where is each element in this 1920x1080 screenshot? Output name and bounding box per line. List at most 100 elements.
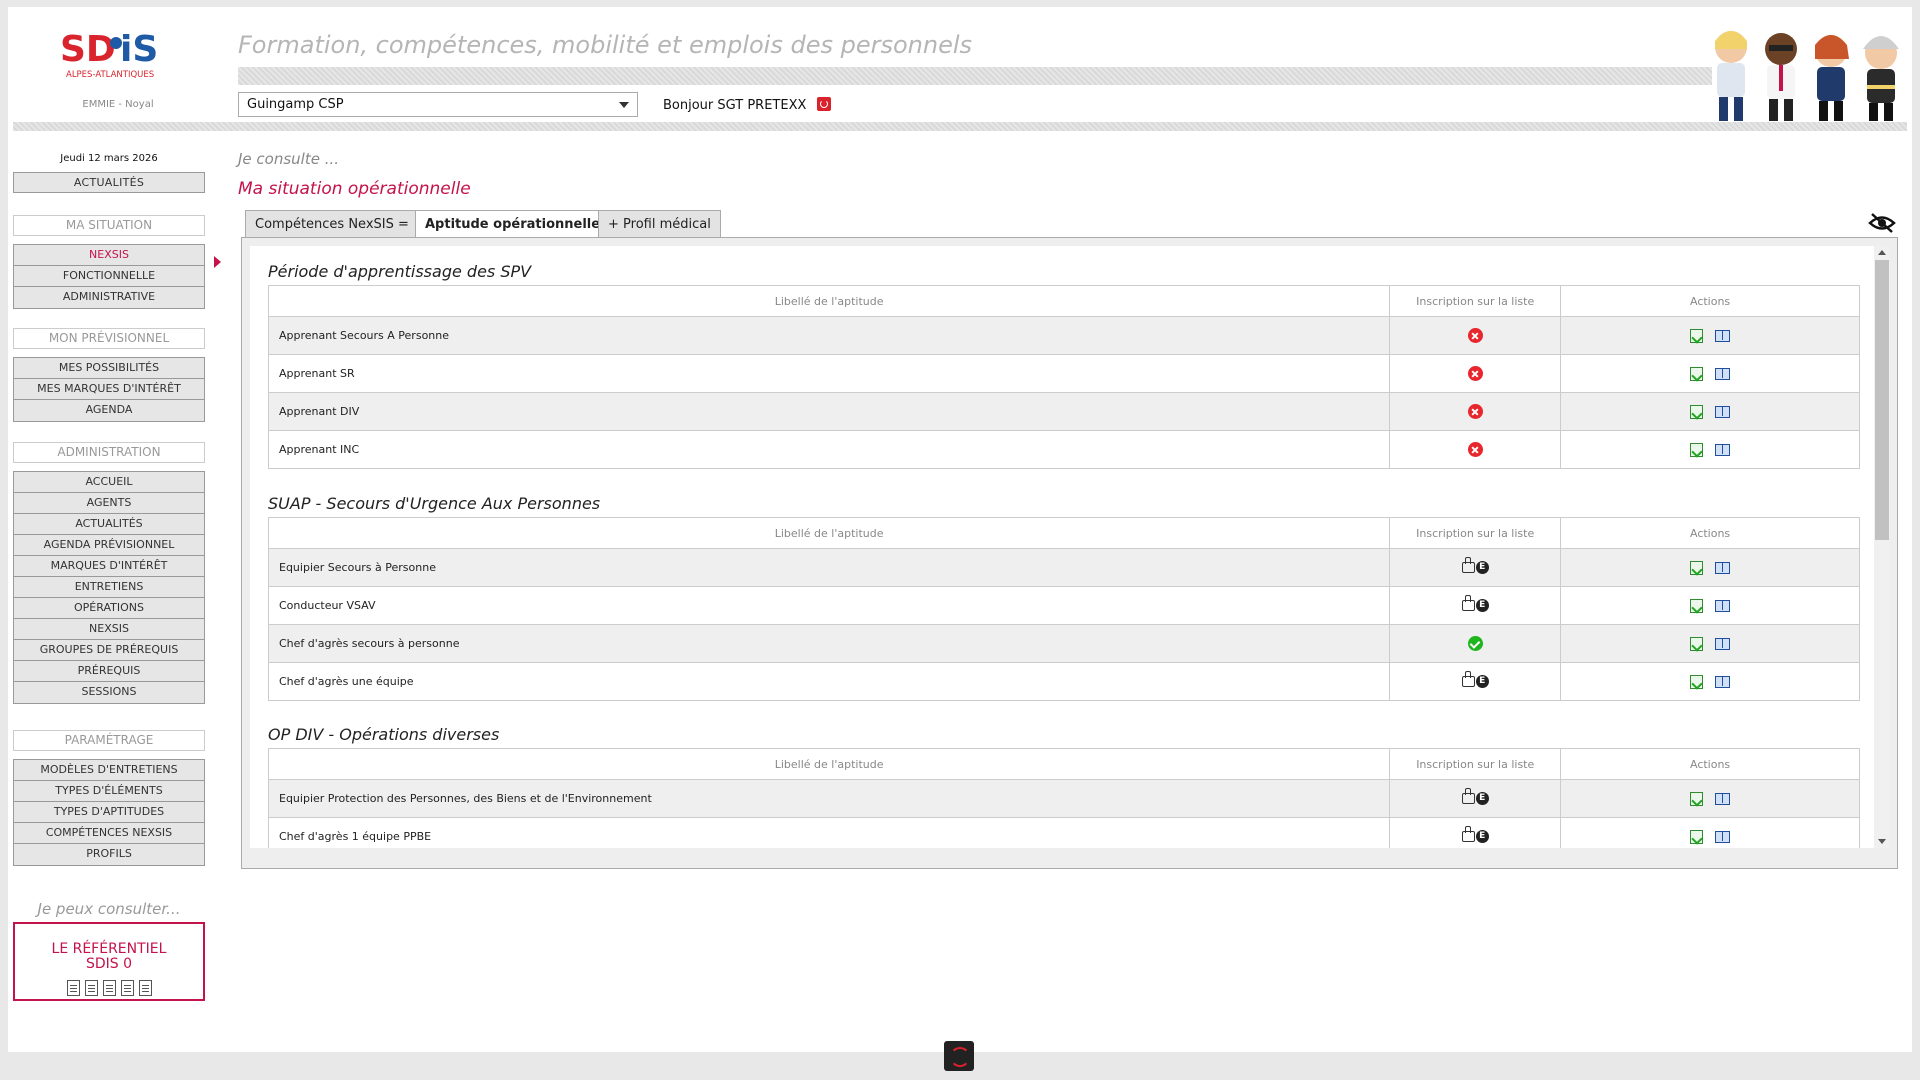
- page-title: Ma situation opérationnelle: [238, 179, 471, 199]
- edit-icon[interactable]: [1690, 442, 1704, 457]
- sidebar-actualites-button[interactable]: ACTUALITÉS: [13, 172, 205, 193]
- edit-icon[interactable]: [1690, 598, 1704, 613]
- table-row: Chef d'agrès une équipe E: [267, 662, 1860, 701]
- table-row: Conducteur VSAV E: [267, 586, 1860, 625]
- book-icon[interactable]: [1715, 561, 1731, 574]
- section-ma-situation: MA SITUATION: [13, 215, 205, 236]
- scroll-up-icon[interactable]: [1878, 250, 1886, 255]
- logo-subtitle: ALPES-ATLANTIQUES: [66, 70, 154, 80]
- aptitude-label: Chef d'agrès une équipe: [267, 662, 1391, 701]
- sdis-logo: SD iS ALPES-ATLANTIQUES: [60, 29, 158, 80]
- table-row: Equipier Protection des Personnes, des B…: [267, 779, 1860, 818]
- section-mon-previsionnel: MON PRÉVISIONNEL: [13, 328, 205, 349]
- sidebar-item-groupes-prerequis[interactable]: GROUPES DE PRÉREQUIS: [14, 640, 204, 661]
- book-icon[interactable]: [1715, 830, 1731, 843]
- edit-icon[interactable]: [1690, 560, 1704, 575]
- book-icon[interactable]: [1715, 367, 1731, 380]
- referentiel-box[interactable]: LE RÉFÉRENTIEL SDIS 0: [13, 922, 205, 1001]
- sidebar-item-mes-possibilites[interactable]: MES POSSIBILITÉS: [14, 358, 204, 379]
- sidebar-item-agents[interactable]: AGENTS: [14, 493, 204, 514]
- eye-slash-icon[interactable]: [1868, 212, 1896, 234]
- section-administration: ADMINISTRATION: [13, 442, 205, 463]
- aptitude-label: Chef d'agrès secours à personne: [267, 624, 1391, 663]
- sidebar-item-nexsis[interactable]: NEXSIS: [14, 245, 204, 266]
- col-inscription: Inscription sur la liste: [1389, 748, 1562, 780]
- book-icon[interactable]: [1715, 405, 1731, 418]
- aptitude-label: Conducteur VSAV: [267, 586, 1391, 625]
- sidebar-item-types-aptitudes[interactable]: TYPES D'APTITUDES: [14, 802, 204, 823]
- scroll-down-icon[interactable]: [1878, 839, 1886, 844]
- tab-aptitude-operationnelle[interactable]: Aptitude opérationnelle: [415, 210, 611, 239]
- book-icon[interactable]: [1715, 329, 1731, 342]
- document-icon[interactable]: [84, 980, 98, 996]
- edit-icon[interactable]: [1690, 674, 1704, 689]
- section-title-opdiv: OP DIV - Opérations diverses: [268, 725, 500, 744]
- sidebar-item-fonctionnelle[interactable]: FONCTIONNELLE: [14, 266, 204, 287]
- edit-icon[interactable]: [1690, 328, 1704, 343]
- document-icon[interactable]: [138, 980, 152, 996]
- col-actions: Actions: [1560, 748, 1860, 780]
- table-row: Chef d'agrès 1 équipe PPBE E: [267, 817, 1860, 848]
- sidebar-item-operations[interactable]: OPÉRATIONS: [14, 598, 204, 619]
- document-icon[interactable]: [102, 980, 116, 996]
- book-icon[interactable]: [1715, 637, 1731, 650]
- thumb-e-icon: E: [1461, 595, 1489, 613]
- power-icon[interactable]: [817, 97, 831, 111]
- consult-label: Je peux consulter...: [37, 900, 181, 918]
- book-icon[interactable]: [1715, 599, 1731, 612]
- aptitude-table-apprentissage: Libellé de l'aptitude Inscription sur la…: [267, 285, 1860, 469]
- aptitude-label: Chef d'agrès 1 équipe PPBE: [267, 817, 1391, 848]
- table-header-row: Libellé de l'aptitude Inscription sur la…: [267, 517, 1860, 549]
- sidebar-item-accueil[interactable]: ACCUEIL: [14, 472, 204, 493]
- sidebar-item-agenda-previsionnel[interactable]: AGENDA PRÉVISIONNEL: [14, 535, 204, 556]
- mascots-illustration: [1715, 31, 1899, 121]
- edit-icon[interactable]: [1690, 791, 1704, 806]
- thumb-e-icon: E: [1461, 826, 1489, 844]
- footer-logo-icon[interactable]: [944, 1041, 974, 1071]
- aptitude-scroll-area[interactable]: Période d'apprentissage des SPV Libellé …: [250, 246, 1890, 848]
- book-icon[interactable]: [1715, 443, 1731, 456]
- document-icon[interactable]: [120, 980, 134, 996]
- thumb-e-icon: E: [1461, 557, 1489, 575]
- table-header-row: Libellé de l'aptitude Inscription sur la…: [267, 285, 1860, 317]
- chevron-down-icon: [619, 102, 629, 108]
- mon-previsionnel-menu: MES POSSIBILITÉS MES MARQUES D'INTÉRÊT A…: [13, 357, 205, 422]
- sidebar-item-nexsis-admin[interactable]: NEXSIS: [14, 619, 204, 640]
- book-icon[interactable]: [1715, 675, 1731, 688]
- sidebar-item-sessions[interactable]: SESSIONS: [14, 682, 204, 703]
- sidebar-item-agenda[interactable]: AGENDA: [14, 400, 204, 421]
- col-inscription: Inscription sur la liste: [1389, 517, 1562, 549]
- sidebar-item-marques-interet[interactable]: MARQUES D'INTÉRÊT: [14, 556, 204, 577]
- sidebar-item-mes-marques[interactable]: MES MARQUES D'INTÉRÊT: [14, 379, 204, 400]
- edit-icon[interactable]: [1690, 404, 1704, 419]
- table-row: Apprenant Secours A Personne: [267, 316, 1860, 355]
- center-select[interactable]: Guingamp CSP: [238, 92, 638, 117]
- sidebar-item-entretiens[interactable]: ENTRETIENS: [14, 577, 204, 598]
- sidebar-item-prerequis[interactable]: PRÉREQUIS: [14, 661, 204, 682]
- header-band: [13, 122, 1907, 131]
- tab-competences-nexsis[interactable]: Compétences NexSIS =: [245, 210, 419, 238]
- edit-icon[interactable]: [1690, 829, 1704, 844]
- thumb-e-icon: E: [1461, 671, 1489, 689]
- edit-icon[interactable]: [1690, 636, 1704, 651]
- vertical-scrollbar[interactable]: [1874, 246, 1890, 848]
- sidebar-item-actualites[interactable]: ACTUALITÉS: [14, 514, 204, 535]
- aptitude-label: Apprenant DIV: [267, 392, 1391, 431]
- administration-menu: ACCUEIL AGENTS ACTUALITÉS AGENDA PRÉVISI…: [13, 471, 205, 704]
- document-icon[interactable]: [66, 980, 80, 996]
- edit-icon[interactable]: [1690, 366, 1704, 381]
- book-icon[interactable]: [1715, 792, 1731, 805]
- sidebar-item-types-elements[interactable]: TYPES D'ÉLÉMENTS: [14, 781, 204, 802]
- sidebar-item-administrative[interactable]: ADMINISTRATIVE: [14, 287, 204, 308]
- svg-text:SD: SD: [60, 29, 116, 70]
- sidebar-item-competences-nexsis[interactable]: COMPÉTENCES NEXSIS: [14, 823, 204, 844]
- parametrage-menu: MODÈLES D'ENTRETIENS TYPES D'ÉLÉMENTS TY…: [13, 759, 205, 866]
- tab-profil-medical[interactable]: + Profil médical: [598, 210, 721, 238]
- col-inscription: Inscription sur la liste: [1389, 285, 1562, 317]
- sidebar-item-modeles-entretiens[interactable]: MODÈLES D'ENTRETIENS: [14, 760, 204, 781]
- table-row: Apprenant SR: [267, 354, 1860, 393]
- sidebar-item-profils[interactable]: PROFILS: [14, 844, 204, 865]
- section-title-suap: SUAP - Secours d'Urgence Aux Personnes: [268, 494, 601, 513]
- scroll-thumb[interactable]: [1875, 260, 1889, 540]
- user-greeting: Bonjour SGT PRETEXX: [663, 98, 807, 113]
